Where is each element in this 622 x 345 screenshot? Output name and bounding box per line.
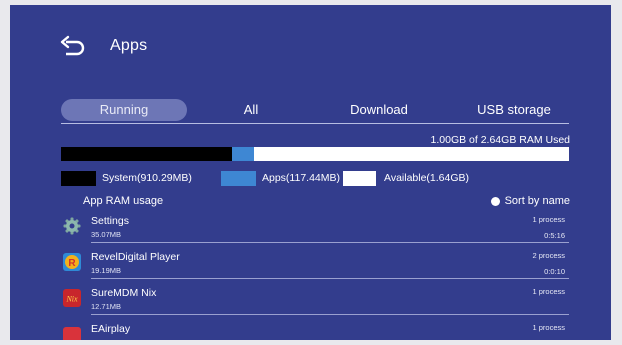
svg-text:R: R: [68, 258, 76, 269]
ram-used-text: 1.00GB of 2.64GB RAM Used: [430, 134, 570, 146]
ram-bar-apps-segment: [232, 147, 254, 161]
legend-available-label: Available(1.64GB): [384, 172, 470, 184]
sort-by-name-option[interactable]: Sort by name: [490, 195, 570, 207]
app-name: RevelDigital Player: [91, 251, 180, 263]
app-ram-usage-label: App RAM usage: [83, 195, 164, 207]
radio-selected-icon: [490, 196, 500, 206]
ram-bar-system-segment: [61, 147, 232, 161]
list-item[interactable]: R RevelDigital Player 19.19MB 2 process …: [61, 247, 569, 283]
app-size: 35.07MB: [91, 230, 122, 239]
app-name: SureMDM Nix: [91, 287, 157, 299]
row-divider: [91, 314, 569, 315]
app-run-time: 0:5:16: [544, 231, 565, 240]
apps-screen: Apps Running All Download USB storage 1.…: [10, 5, 611, 340]
legend-available-swatch: [343, 171, 376, 186]
app-process-count: 1 process: [532, 323, 565, 332]
tab-usb-storage[interactable]: USB storage: [459, 99, 569, 121]
app-process-count: 1 process: [532, 215, 565, 224]
list-item[interactable]: Settings 35.07MB 1 process 0:5:16: [61, 211, 569, 247]
app-name: Settings: [91, 215, 129, 227]
tab-running[interactable]: Running: [61, 99, 187, 121]
legend-apps-swatch: [221, 171, 256, 186]
list-item[interactable]: Nix SureMDM Nix 12.71MB 1 process: [61, 283, 569, 319]
ram-usage-bar: [61, 147, 569, 161]
app-process-count: 1 process: [532, 287, 565, 296]
tab-bar: Running All Download USB storage: [61, 99, 569, 121]
reveldigital-icon: R: [63, 253, 81, 271]
app-name: EAirplay: [91, 323, 131, 335]
list-item[interactable]: EAirplay 1 process: [61, 319, 569, 340]
app-size: 12.71MB: [91, 302, 122, 311]
legend-system-swatch: [61, 171, 96, 186]
suremdm-icon: Nix: [63, 289, 81, 307]
ram-legend: System(910.29MB) Apps(117.44MB) Availabl…: [61, 171, 581, 186]
back-arrow-icon[interactable]: [60, 35, 86, 57]
row-divider: [91, 242, 569, 243]
eairplay-icon: [63, 327, 81, 340]
app-run-time: 0:0:10: [544, 267, 565, 276]
app-size: 19.19MB: [91, 266, 122, 275]
page-title: Apps: [110, 37, 148, 54]
sort-label: Sort by name: [504, 195, 570, 207]
header: Apps: [60, 31, 147, 61]
legend-system-label: System(910.29MB): [102, 172, 192, 184]
tabs-divider: [61, 123, 569, 124]
svg-text:Nix: Nix: [65, 295, 78, 304]
settings-gear-icon: [63, 217, 81, 235]
app-process-count: 2 process: [532, 251, 565, 260]
row-divider: [91, 278, 569, 279]
tab-download[interactable]: Download: [339, 99, 419, 121]
legend-apps-label: Apps(117.44MB): [262, 172, 341, 184]
tab-all[interactable]: All: [221, 99, 281, 121]
